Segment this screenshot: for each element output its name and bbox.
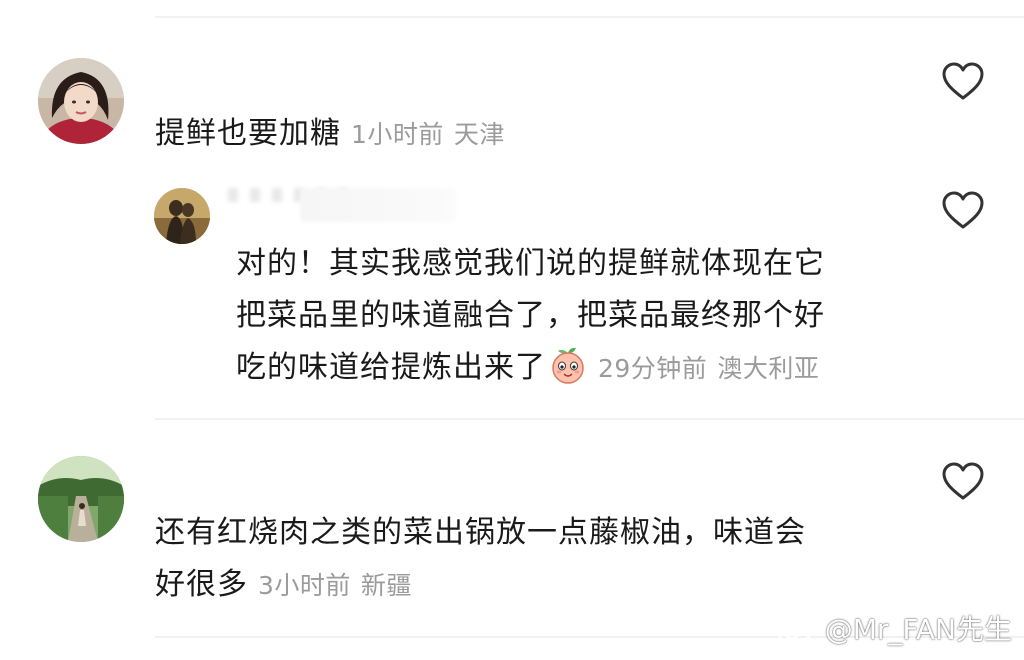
comment-3-meta: 3小时前 新疆 bbox=[258, 571, 412, 600]
comment-2-time: 29分钟前 bbox=[598, 354, 708, 383]
comment-3-time: 3小时前 bbox=[258, 571, 351, 600]
comment-1-text: 提鲜也要加糖 bbox=[155, 116, 341, 151]
avatar-commenter-3[interactable] bbox=[38, 456, 124, 542]
comment-3-location: 新疆 bbox=[360, 571, 412, 600]
comment-2-line-2: 把菜品里的味道融合了，把菜品最终那个好 bbox=[236, 298, 825, 333]
like-button-comment-3[interactable] bbox=[941, 461, 985, 501]
divider-top bbox=[155, 16, 1024, 18]
comment-1-body: 提鲜也要加糖 1小时前 天津 bbox=[155, 106, 505, 163]
comment-2-line-1: 对的！其实我感觉我们说的提鲜就体现在它 bbox=[236, 246, 825, 281]
comment-2-meta: 29分钟前 澳大利亚 bbox=[598, 354, 819, 383]
weibo-logo-icon bbox=[776, 614, 816, 645]
comment-2-location: 澳大利亚 bbox=[717, 354, 820, 383]
divider-middle bbox=[155, 418, 1024, 420]
avatar-commenter-2[interactable] bbox=[154, 188, 210, 244]
couple-silhouette-avatar bbox=[154, 188, 210, 244]
like-button-comment-1[interactable] bbox=[941, 61, 985, 101]
comment-3-line-2: 好很多 bbox=[155, 567, 248, 602]
comment-2-line-3-row: 吃的味道给提炼出来了 29分钟前 澳大利亚 bbox=[236, 340, 819, 397]
comment-3-line-2-row: 好很多 3小时前 新疆 bbox=[155, 557, 412, 614]
comment-1-meta: 1小时前 天津 bbox=[351, 120, 505, 149]
comment-1-location: 天津 bbox=[453, 120, 505, 149]
heart-outline-icon bbox=[942, 62, 984, 100]
watermark: @Mr_FAN先生 bbox=[775, 608, 1012, 648]
like-button-comment-2[interactable] bbox=[941, 190, 985, 230]
comment-1-time: 1小时前 bbox=[351, 120, 444, 149]
garden-path-avatar bbox=[38, 456, 124, 542]
woman-portrait-avatar bbox=[38, 58, 124, 144]
watermark-text: @Mr_FAN先生 bbox=[824, 613, 1012, 646]
heart-outline-icon bbox=[942, 462, 984, 500]
avatar-commenter-1[interactable] bbox=[38, 58, 124, 144]
comment-3-line-1: 还有红烧肉之类的菜出锅放一点藤椒油，味道会 bbox=[155, 515, 806, 550]
redacted-username-box bbox=[300, 188, 456, 222]
comment-2-line-3: 吃的味道给提炼出来了 bbox=[236, 350, 546, 385]
heart-outline-icon bbox=[942, 191, 984, 229]
peach-emoji bbox=[548, 345, 588, 385]
comment-thread: 提鲜也要加糖 1小时前 天津 对的！其实我感觉我们说的提鲜就体现在它 把菜品里的味道… bbox=[0, 0, 1024, 660]
